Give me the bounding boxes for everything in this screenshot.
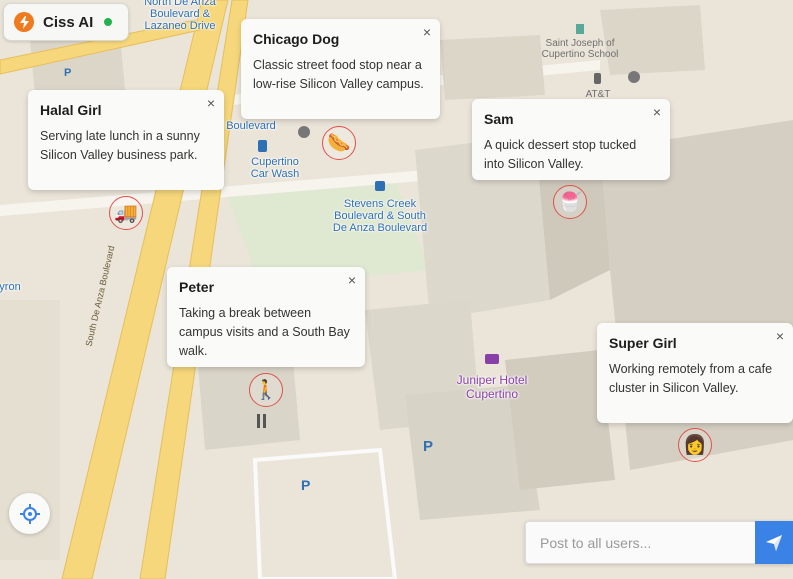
dessert-icon[interactable]: 🍧: [553, 185, 587, 219]
user-card-halal-girl: Halal Girl Serving late lunch in a sunny…: [28, 90, 224, 190]
user-card-peter: Peter Taking a break between campus visi…: [167, 267, 365, 367]
user-card-chicago-dog: Chicago Dog Classic street food stop nea…: [241, 19, 440, 119]
map-label-north-de-anza: North De Anza Boulevard & Lazaneo Drive: [144, 0, 216, 32]
crosshair-icon: [19, 503, 40, 524]
close-icon[interactable]: ×: [348, 273, 356, 287]
message-composer: [525, 521, 793, 564]
lightning-bolt-icon: [14, 12, 34, 32]
user-message: Taking a break between campus visits and…: [179, 306, 350, 358]
svg-text:P: P: [301, 477, 310, 493]
locate-button[interactable]: [9, 493, 50, 534]
user-name: Halal Girl: [40, 102, 102, 118]
close-icon[interactable]: ×: [653, 105, 661, 119]
svg-text:P: P: [423, 438, 433, 455]
post-input[interactable]: [525, 521, 755, 564]
food-truck-icon[interactable]: 🚚: [109, 196, 143, 230]
svg-text:P: P: [64, 67, 71, 79]
app-name: Ciss AI: [43, 13, 94, 31]
close-icon[interactable]: ×: [207, 96, 215, 110]
close-icon[interactable]: ×: [776, 329, 784, 343]
map-label-car-wash: Cupertino Car Wash: [250, 156, 300, 180]
user-card-super-girl: Super Girl Working remotely from a cafe …: [597, 323, 793, 423]
send-button[interactable]: [755, 521, 793, 564]
walking-person-icon[interactable]: 🚶: [249, 373, 283, 407]
user-name: Sam: [484, 111, 514, 127]
user-message: Working remotely from a cafe cluster in …: [609, 362, 773, 395]
building: [440, 35, 545, 100]
woman-avatar-icon[interactable]: 👩: [678, 428, 712, 462]
app-badge[interactable]: Ciss AI: [3, 3, 129, 41]
hot-dog-icon[interactable]: 🌭: [322, 126, 356, 160]
user-message: Serving late lunch in a sunny Silicon Va…: [40, 129, 200, 162]
user-card-sam: Sam A quick dessert stop tucked into Sil…: [472, 99, 670, 180]
online-status-dot: [104, 18, 113, 26]
user-name: Peter: [179, 279, 215, 295]
close-icon[interactable]: ×: [423, 25, 431, 39]
user-message: Classic street food stop near a low-rise…: [253, 58, 424, 91]
map-label-juniper-hotel: Juniper Hotel Cupertino: [456, 373, 528, 401]
map-label-left-edge: yron: [0, 281, 21, 293]
map-label-de-anza-frag: Boulevard: [226, 120, 276, 132]
user-name: Chicago Dog: [253, 31, 340, 47]
user-name: Super Girl: [609, 335, 677, 351]
user-message: A quick dessert stop tucked into Silicon…: [484, 138, 637, 171]
map-label-saint-joseph: Saint Joseph of Cupertino School: [541, 38, 619, 60]
map-label-stevens-creek: Stevens Creek Boulevard & South De Anza …: [332, 198, 428, 234]
send-icon: [766, 534, 782, 551]
